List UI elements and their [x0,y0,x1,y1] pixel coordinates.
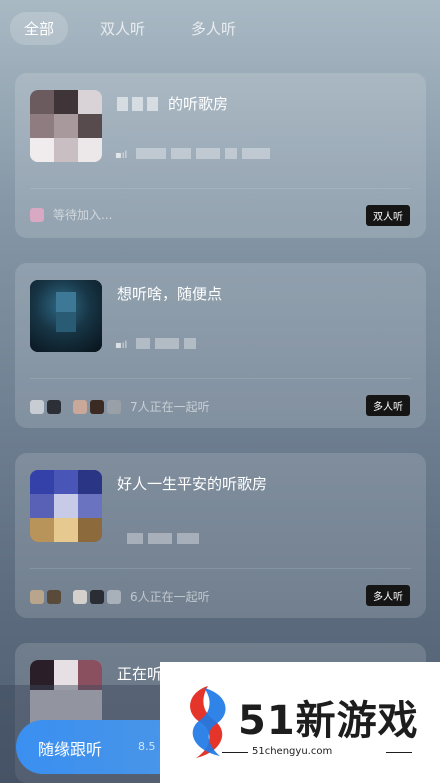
room-status: 等待加入... [53,208,113,222]
tab-duo[interactable]: 双人听 [86,12,159,45]
room-card[interactable]: 好人一生平安的听歌房 6人正在一起听 多人听 [15,453,426,618]
room-type-badge: 多人听 [366,395,410,416]
sound-wave-icon: ▪ıl [115,150,128,161]
avatar [73,589,87,604]
follow-button-label: 随缘跟听 [38,740,103,759]
now-playing: ▪ıl [115,338,196,351]
room-members: 等待加入... [30,206,112,223]
avatar [30,589,44,604]
room-card[interactable]: 想听啥，随便点 ▪ıl 7人正在一起听 多人听 [15,263,426,428]
room-card[interactable]: 的听歌房 ▪ıl 等待加入... 双人听 [15,73,426,238]
room-title: 的听歌房 [117,93,228,114]
avatar [90,589,104,604]
room-type-badge: 双人听 [366,205,410,226]
watermark-domain: 51chengyu.com [252,746,333,757]
masked-text [132,97,143,111]
divider [30,568,411,569]
avatar [90,399,104,414]
avatar [107,399,121,414]
watermark-logo-text: 51新游戏 [238,698,419,744]
room-title: 好人一生平安的听歌房 [117,475,268,493]
room-type-badge: 多人听 [366,585,410,606]
divider [30,378,411,379]
sound-wave-icon: ▪ıl [115,340,128,351]
room-title-text: 的听歌房 [168,95,229,113]
watermark: 51新游戏 51chengyu.com [160,662,440,783]
avatar [30,207,44,222]
room-cover [30,280,102,352]
tab-multi[interactable]: 多人听 [177,12,250,45]
watermark-logo-icon [190,686,226,758]
avatar [47,399,61,414]
room-members: 7人正在一起听 [30,398,210,415]
room-members: 6人正在一起听 [30,588,210,605]
follow-button-hint: 8.5 [138,740,156,753]
avatar [30,399,44,414]
avatar [107,589,121,604]
room-cover [30,90,102,162]
room-title: 想听啥，随便点 [117,285,223,303]
now-playing: ▪ıl [115,148,270,161]
masked-text [117,97,128,111]
avatar [73,399,87,414]
now-playing [115,533,199,546]
divider [30,188,411,189]
avatar [47,589,61,604]
room-cover [30,470,102,542]
divider [386,752,412,753]
tab-bar: 全部 双人听 多人听 [10,11,430,45]
masked-text [147,97,158,111]
divider [222,752,248,753]
tab-all[interactable]: 全部 [10,11,69,45]
room-title: 正在听 [117,665,163,683]
room-status: 6人正在一起听 [130,590,210,604]
room-status: 7人正在一起听 [130,400,210,414]
